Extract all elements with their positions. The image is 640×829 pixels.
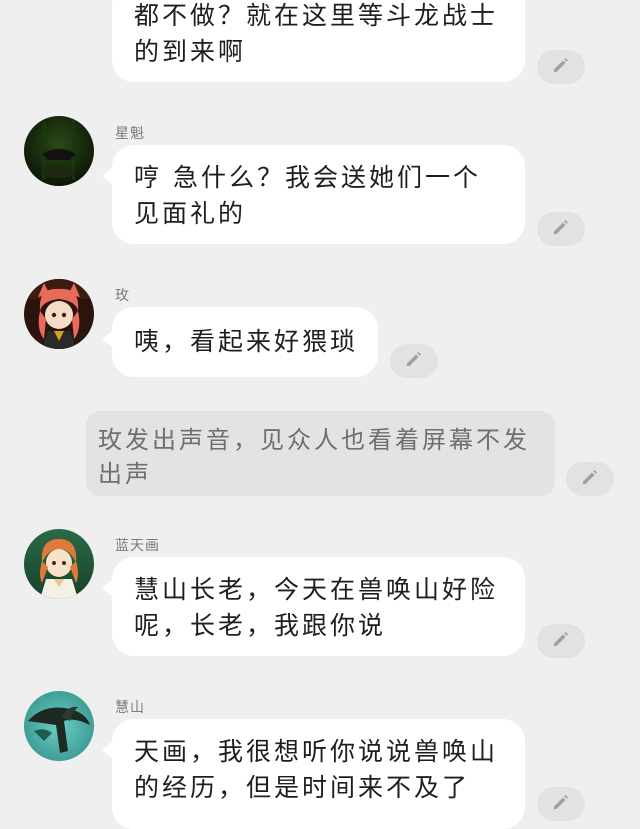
edit-button[interactable] (537, 50, 585, 84)
narration-text: 玫发出声音，见众人也看着屏幕不发出声 (98, 426, 530, 488)
pencil-icon (580, 467, 600, 491)
pencil-icon (551, 217, 571, 241)
edit-button[interactable] (537, 787, 585, 821)
edit-button[interactable] (537, 624, 585, 658)
speaker-name: 玫 (115, 288, 130, 304)
edit-button[interactable] (537, 212, 585, 246)
message-text: 哼 急什么？我会送她们一个见面礼的 (134, 163, 481, 228)
speaker-name: 蓝天画 (115, 538, 160, 554)
pencil-icon (551, 792, 571, 816)
speaker-name: 慧山 (115, 700, 145, 716)
avatar-xingkui[interactable] (24, 116, 94, 186)
avatar-huishan[interactable] (24, 691, 94, 761)
message-bubble: 慧山长老，今天在兽唤山好险呢，长老，我跟你说 (112, 557, 525, 656)
narration-bubble: 玫发出声音，见众人也看着屏幕不发出声 (86, 411, 555, 496)
bubble-tail (102, 168, 112, 184)
bubble-tail (102, 742, 112, 758)
bubble-tail (102, 580, 112, 596)
message-text: 慧山长老，今天在兽唤山好险呢，长老，我跟你说 (134, 575, 499, 640)
message-text: 天画，我很想听你说说兽唤山的经历，但是时间来不及了 (134, 737, 499, 802)
bubble-tail (102, 331, 112, 347)
edit-button[interactable] (390, 344, 438, 378)
message-text: 都不做？就在这里等斗龙战士的到来啊 (134, 1, 499, 66)
speaker-name: 星魁 (115, 126, 145, 142)
avatar-lantianhua[interactable] (24, 529, 94, 599)
message-text: 咦，看起来好猥琐 (134, 327, 359, 356)
pencil-icon (404, 349, 424, 373)
edit-button[interactable] (566, 462, 614, 496)
avatar-mei[interactable] (24, 279, 94, 349)
pencil-icon (551, 629, 571, 653)
message-bubble: 咦，看起来好猥琐 (112, 307, 378, 377)
message-bubble: 哼 急什么？我会送她们一个见面礼的 (112, 145, 525, 244)
message-bubble: 天画，我很想听你说说兽唤山的经历，但是时间来不及了 (112, 719, 525, 829)
pencil-icon (551, 55, 571, 79)
message-bubble: 都不做？就在这里等斗龙战士的到来啊 (112, 0, 525, 82)
